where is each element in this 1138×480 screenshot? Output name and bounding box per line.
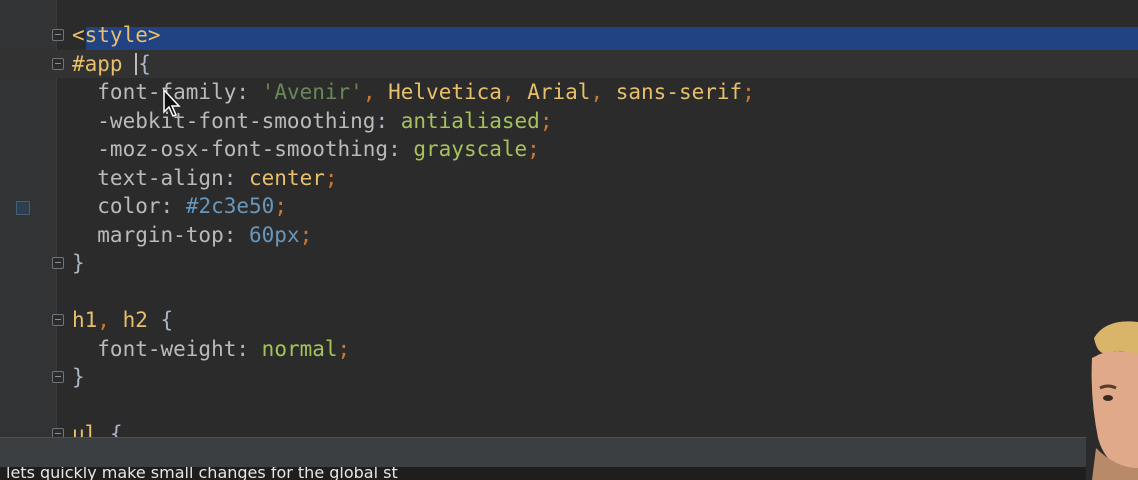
code-token: antialiased — [400, 108, 540, 133]
code-line[interactable]: margin-top: 60px; — [0, 221, 1138, 250]
code-token: color — [72, 194, 161, 218]
code-token: : — [375, 108, 401, 133]
code-line[interactable]: h1, h2 { — [0, 306, 1138, 335]
code-token: } — [72, 251, 85, 275]
code-editor[interactable]: <style> #app { font-family: 'Avenir', Hel… — [0, 0, 1138, 437]
code-line[interactable]: #app { — [0, 49, 1138, 79]
code-text: } — [72, 363, 85, 392]
video-caption-bar: lets quickly make small changes for the … — [0, 467, 1138, 480]
code-token: center — [249, 165, 325, 190]
code-line[interactable]: } — [0, 249, 1138, 278]
code-token: 'Avenir' — [261, 80, 363, 104]
code-token: ul — [72, 422, 110, 437]
code-token: font-weight — [72, 336, 237, 361]
code-token: : — [236, 80, 262, 104]
code-text: ul { — [72, 420, 123, 437]
code-token: ; — [299, 222, 313, 247]
code-token: ; — [742, 80, 755, 104]
code-token: , — [501, 80, 528, 104]
code-token: text-align — [72, 165, 224, 190]
code-token: normal — [261, 336, 338, 361]
code-line[interactable] — [0, 278, 1138, 307]
code-line[interactable]: ul { — [0, 420, 1138, 437]
code-token: h2 — [122, 308, 161, 332]
code-token: { — [160, 308, 174, 332]
code-token: Arial — [527, 80, 591, 104]
code-token: Helvetica — [388, 80, 502, 104]
fold-toggle-icon[interactable] — [52, 428, 64, 437]
code-token: grayscale — [413, 137, 528, 161]
code-token: -moz-osx-font-smoothing — [72, 137, 389, 161]
code-text: <style> — [72, 21, 161, 50]
code-text: text-align: center; — [72, 164, 338, 193]
code-token: : — [388, 137, 414, 161]
code-line[interactable]: } — [0, 363, 1138, 392]
code-line[interactable]: text-align: center; — [0, 164, 1138, 193]
fold-toggle-icon[interactable] — [52, 314, 64, 326]
code-text: color: #2c3e50; — [72, 192, 287, 221]
code-token: margin-top — [72, 222, 224, 247]
text-caret — [135, 52, 138, 75]
code-token: <style> — [72, 23, 161, 47]
code-token: sans-serif — [615, 80, 743, 104]
fold-toggle-icon[interactable] — [52, 371, 64, 383]
code-token: , — [97, 308, 123, 332]
code-token: 60px — [249, 222, 300, 247]
code-token: , — [590, 80, 616, 104]
code-line[interactable] — [0, 392, 1138, 421]
code-text: -webkit-font-smoothing: antialiased; — [72, 107, 552, 136]
code-token: : — [236, 336, 262, 361]
color-swatch-icon — [16, 201, 30, 215]
code-token: { — [138, 51, 151, 76]
code-token: ; — [527, 137, 540, 161]
code-token: } — [72, 365, 85, 389]
code-token: ; — [274, 194, 287, 218]
code-token: #app — [72, 51, 136, 76]
code-token: ; — [539, 108, 553, 133]
code-token: , — [362, 80, 389, 104]
code-token: ; — [324, 165, 338, 190]
code-token: { — [109, 422, 123, 437]
video-caption: lets quickly make small changes for the … — [6, 467, 398, 480]
code-text: #app { — [72, 50, 151, 79]
fold-toggle-icon[interactable] — [52, 257, 64, 269]
fold-toggle-icon[interactable] — [52, 29, 64, 41]
code-token: : — [223, 165, 250, 190]
fold-toggle-icon[interactable] — [52, 57, 64, 70]
code-token: : — [160, 194, 186, 218]
code-token: #2c3e50 — [185, 194, 275, 218]
code-line[interactable]: font-weight: normal; — [0, 335, 1138, 364]
code-text: h1, h2 { — [72, 306, 173, 335]
code-token: font-family — [72, 80, 237, 104]
selection-highlight — [86, 27, 1138, 50]
code-text: } — [72, 249, 85, 278]
code-line[interactable]: -moz-osx-font-smoothing: grayscale; — [0, 135, 1138, 164]
code-text: -moz-osx-font-smoothing: grayscale; — [72, 135, 540, 164]
webcam-overlay — [1086, 318, 1138, 480]
code-text: margin-top: 60px; — [72, 221, 312, 250]
code-text: font-weight: normal; — [72, 335, 350, 364]
code-line[interactable]: <style> — [0, 21, 1138, 50]
mouse-pointer-icon — [163, 88, 181, 117]
status-bar — [0, 437, 1138, 468]
code-token: h1 — [72, 308, 98, 332]
code-line[interactable]: color: #2c3e50; — [0, 192, 1138, 221]
code-token: ; — [337, 336, 351, 361]
code-token: : — [223, 222, 250, 247]
code-token: -webkit-font-smoothing — [72, 108, 376, 133]
